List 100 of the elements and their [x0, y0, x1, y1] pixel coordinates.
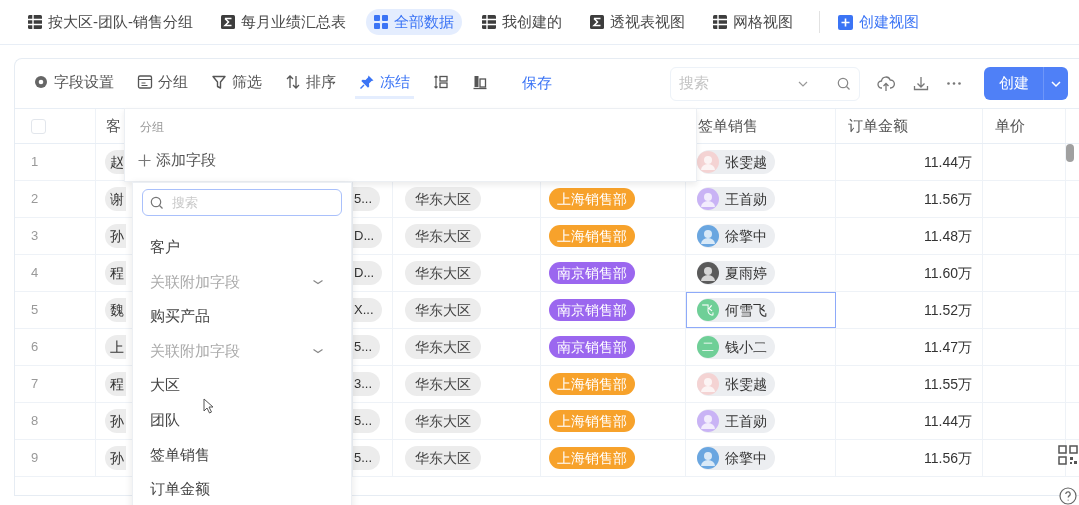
code-tag: 5...	[353, 187, 381, 211]
avatar: 飞	[697, 299, 719, 321]
field-item[interactable]: 大区	[142, 368, 342, 403]
view-tab[interactable]: 透视表视图	[582, 9, 693, 35]
team-tag: 上海销售部	[549, 410, 635, 432]
search-icon	[150, 195, 164, 210]
team-tag: 上海销售部	[549, 188, 635, 210]
column-header: 签单销售	[698, 115, 758, 136]
team-tag: 南京销售部	[549, 262, 635, 284]
amount-cell-text: 11.60万	[924, 263, 972, 283]
region-tag: 华东大区	[405, 261, 481, 285]
toolbar-button[interactable]: 筛选	[207, 68, 266, 99]
customer-tag: 谢	[105, 187, 126, 211]
row-number: 3	[31, 227, 39, 246]
code-tag: D...	[353, 224, 383, 248]
column-header: 订单金额	[848, 115, 908, 136]
field-item[interactable]: 签单销售	[142, 437, 342, 473]
checkbox[interactable]	[31, 118, 46, 134]
team-tag: 上海销售部	[549, 373, 635, 395]
chevron-down-icon	[312, 347, 324, 356]
plus-icon	[838, 14, 853, 30]
code-tag: X...	[353, 298, 382, 322]
customer-tag: 上	[105, 335, 126, 359]
field-item[interactable]: 购买产品	[142, 299, 342, 334]
search-icon	[837, 76, 851, 91]
code-tag: 5...	[353, 409, 381, 433]
amount-cell-text: 11.56万	[924, 448, 972, 468]
sigma-icon	[590, 15, 604, 29]
view-tab[interactable]: 按大区-团队-销售分组	[20, 9, 201, 35]
seller-name: 徐擎中	[725, 448, 767, 468]
customer-tag: 孙	[105, 409, 126, 433]
customer-tag: 程	[105, 261, 126, 285]
team-tag: 南京销售部	[549, 299, 635, 321]
row-number: 4	[31, 264, 39, 283]
column-header: 单价	[995, 115, 1025, 136]
search-input[interactable]: 搜索	[679, 72, 789, 95]
view-tab[interactable]: 我创建的	[474, 9, 570, 35]
sort-icon	[285, 74, 301, 90]
code-tag: 5...	[353, 446, 381, 470]
seller-name: 王首勋	[725, 411, 767, 431]
seller-name: 张雯越	[725, 374, 767, 394]
team-tag: 南京销售部	[549, 336, 635, 358]
code-tag: D...	[353, 261, 383, 285]
region-tag: 华东大区	[405, 187, 481, 211]
amount-cell-text: 11.55万	[924, 374, 972, 394]
avatar: 二	[697, 336, 719, 358]
toolbar-button[interactable]: 排序	[281, 68, 340, 99]
window-icon	[137, 74, 153, 90]
chevron-down-icon	[312, 277, 324, 286]
region-tag: 华东大区	[405, 224, 481, 248]
amount-cell-text: 11.52万	[924, 300, 972, 320]
toolbar-button[interactable]: 字段设置	[29, 68, 118, 99]
column-header: 客	[106, 115, 121, 136]
region-tag: 华东大区	[405, 409, 481, 433]
region-tag: 华东大区	[405, 446, 481, 470]
plus-icon	[138, 153, 151, 167]
save-button[interactable]: 保存	[522, 72, 552, 95]
customer-tag: 赵	[105, 150, 126, 174]
field-item[interactable]: 客户	[142, 230, 342, 265]
filter-icon	[211, 74, 227, 90]
row-number: 2	[31, 190, 39, 209]
selected-cell[interactable]: 飞 何雪飞	[686, 292, 836, 328]
sigma-icon	[221, 15, 235, 29]
toolbar-button[interactable]: 冻结	[355, 68, 414, 99]
customer-tag: 孙	[105, 446, 126, 470]
view-tab[interactable]: 每月业绩汇总表	[213, 9, 354, 35]
team-tag: 上海销售部	[549, 447, 635, 469]
seller-name: 夏雨婷	[725, 263, 767, 283]
seller-name: 张雯越	[725, 152, 767, 172]
table-icon	[713, 15, 727, 29]
more-icon	[947, 82, 961, 85]
table-icon	[28, 15, 42, 29]
amount-cell-text: 11.44万	[924, 152, 972, 172]
toolbar-button[interactable]: 分组	[133, 68, 192, 99]
row-number: 5	[31, 301, 39, 320]
amount-cell-text: 11.56万	[924, 189, 972, 209]
create-view-button[interactable]: 创建视图	[838, 10, 919, 34]
field-item[interactable]: 订单金额	[142, 472, 342, 505]
scrollbar-thumb[interactable]	[1066, 144, 1074, 162]
row-number: 6	[31, 338, 39, 357]
code-tag: 5...	[353, 335, 381, 359]
amount-cell-text: 11.47万	[924, 337, 972, 357]
popup-title: 分组	[140, 119, 164, 136]
create-button[interactable]: 创建	[984, 67, 1068, 100]
row-height-icon	[433, 74, 449, 90]
tiles-icon	[374, 15, 388, 29]
view-tab[interactable]: 全部数据	[366, 9, 462, 35]
region-tag: 华东大区	[405, 298, 481, 322]
download-icon	[912, 74, 930, 93]
seller-name: 徐擎中	[725, 226, 767, 246]
add-field-button[interactable]: 添加字段	[138, 149, 216, 172]
view-tab[interactable]: 网格视图	[705, 9, 801, 35]
field-item[interactable]: 团队	[142, 402, 342, 438]
customer-tag: 程	[105, 372, 126, 396]
row-number: 7	[31, 375, 39, 394]
pin-icon	[359, 74, 375, 90]
gear-icon	[33, 74, 49, 90]
seller-name: 钱小二	[725, 337, 767, 357]
customer-tag: 魏	[105, 298, 126, 322]
row-number: 1	[31, 153, 39, 172]
